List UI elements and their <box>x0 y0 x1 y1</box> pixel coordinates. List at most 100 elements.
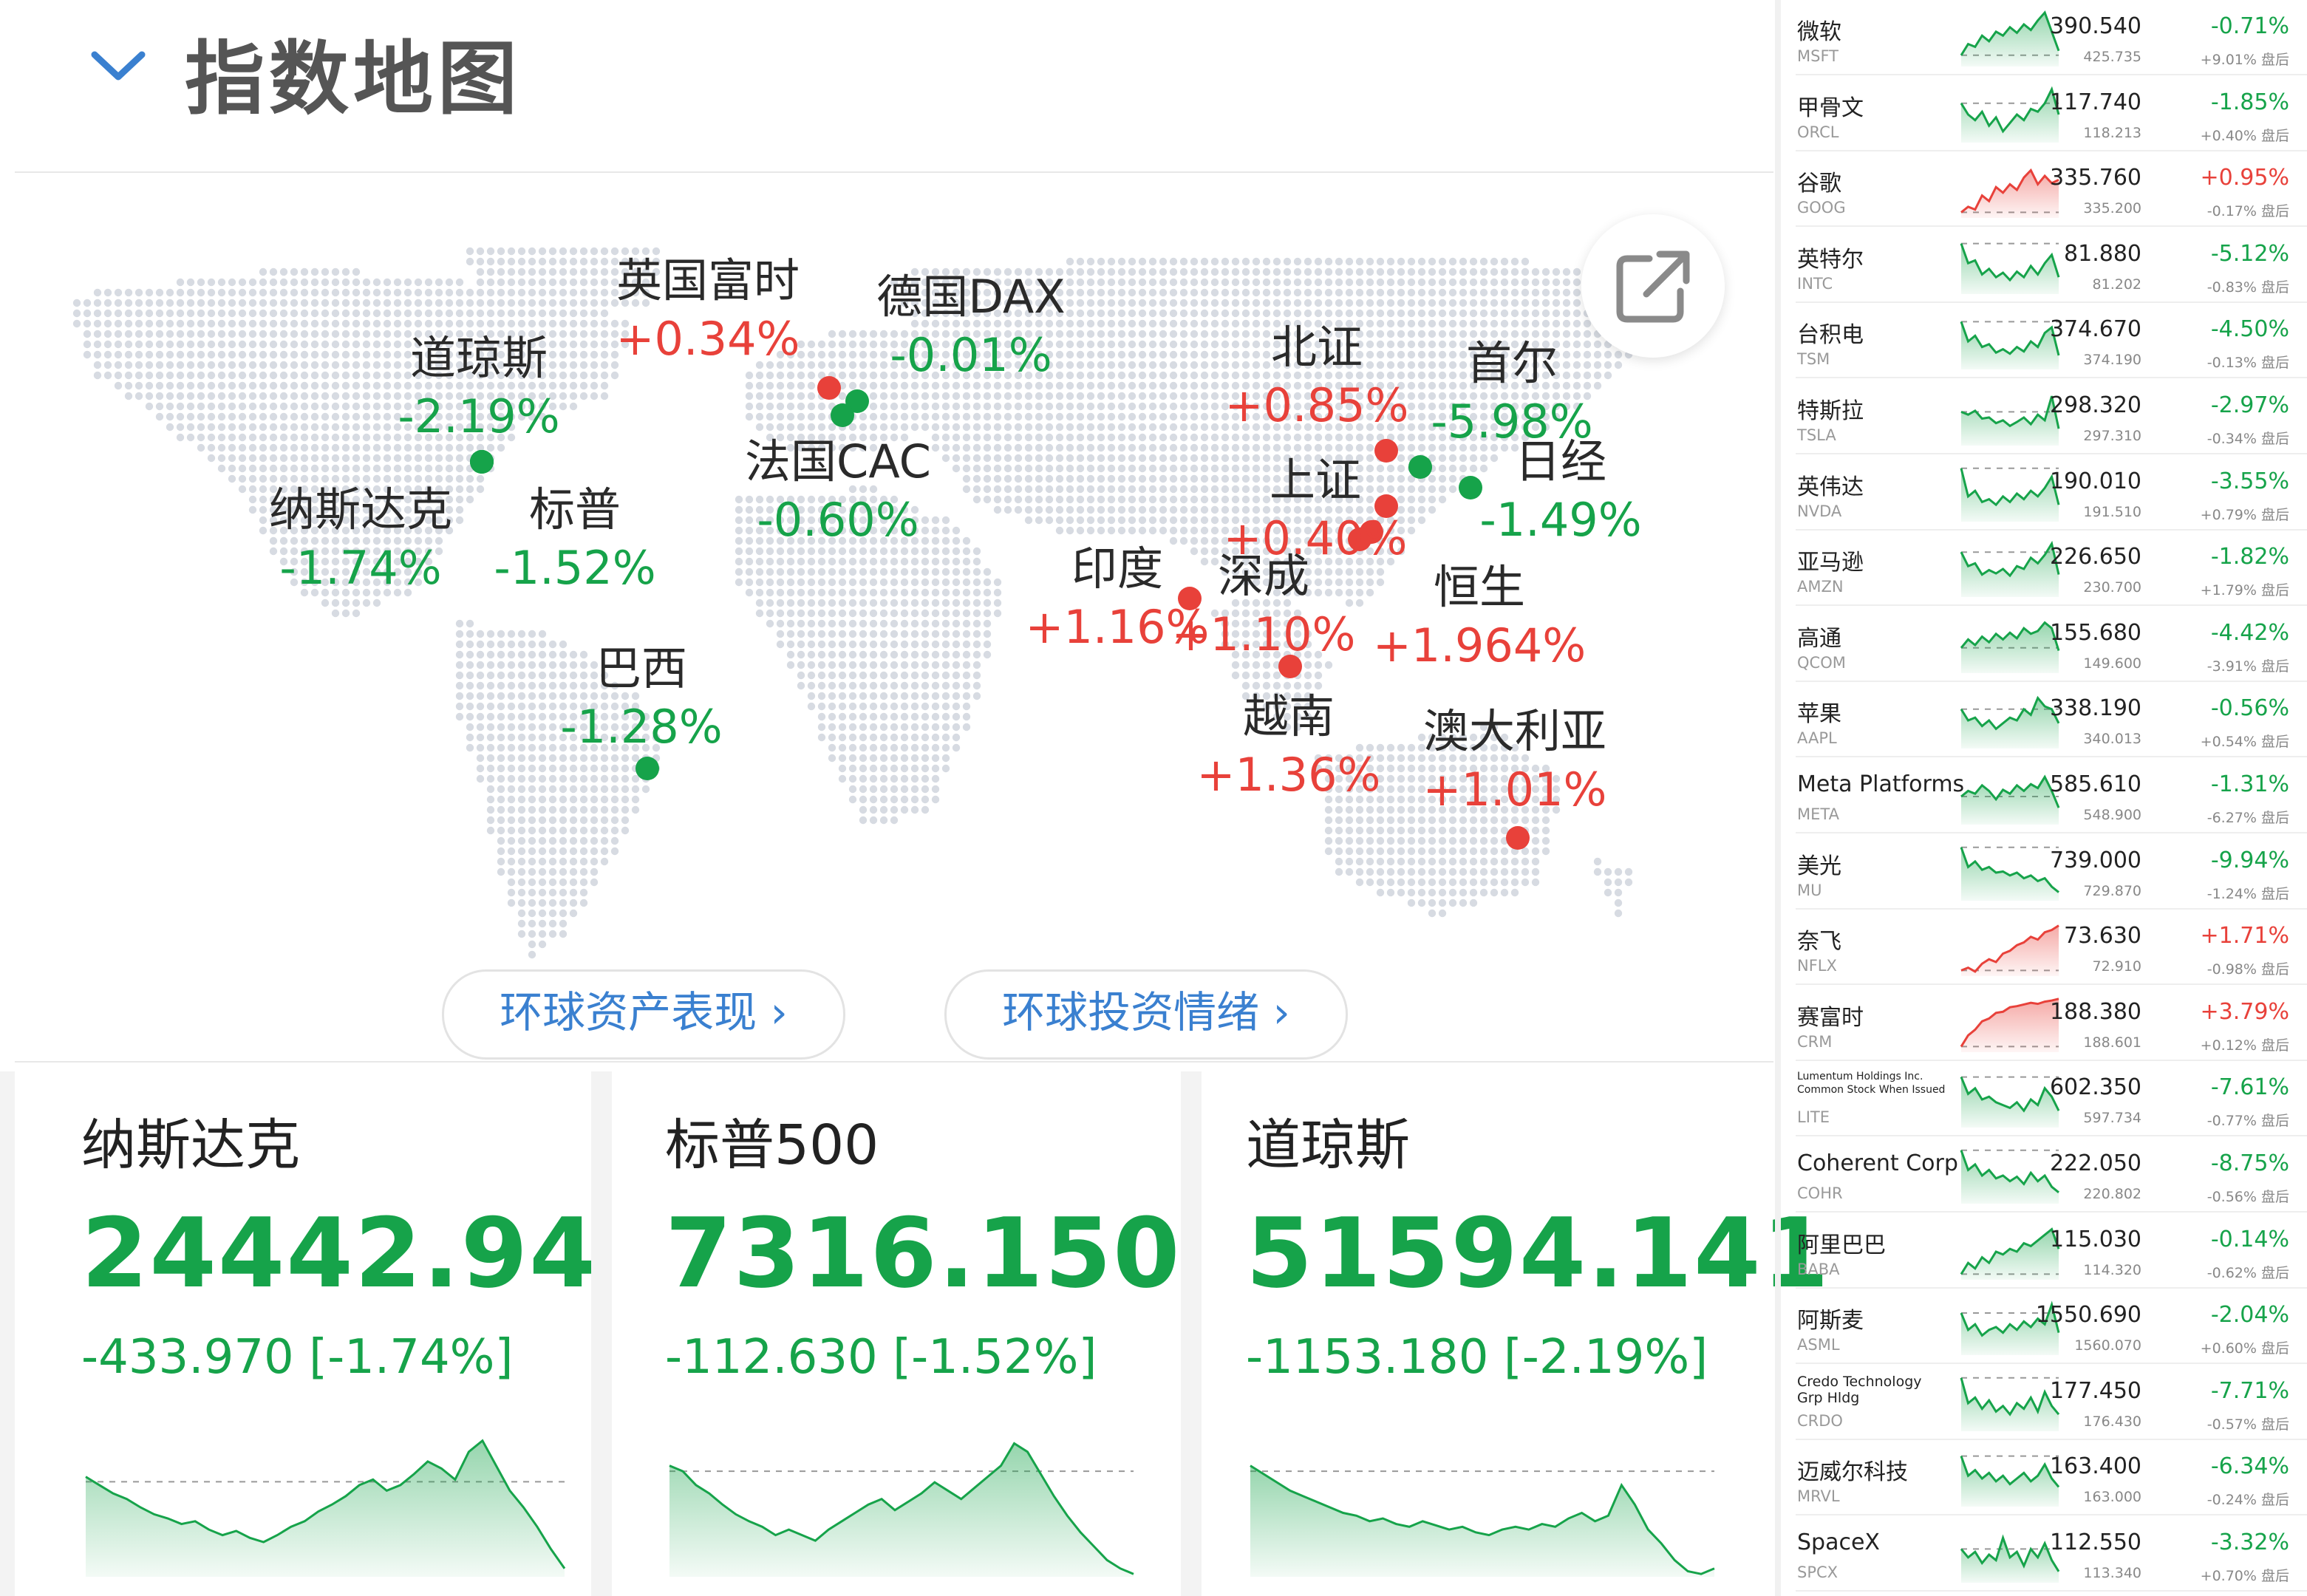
index-price: 7316.150 <box>665 1197 1182 1309</box>
stock-change: -7.71% <box>2210 1377 2289 1404</box>
map-marker[interactable]: 道琼斯 -2.19% <box>398 329 559 446</box>
stock-price: 298.320 <box>2049 392 2141 418</box>
stock-row[interactable]: 迈威尔科技 MRVL 163.400 -6.34% 163.000 -0.24% 盘后 <box>1781 1440 2307 1516</box>
stock-row[interactable]: 英特尔 INTC 81.880 -5.12% 81.202 -0.83% 盘后 <box>1781 228 2307 303</box>
stock-change: -5.12% <box>2210 240 2289 267</box>
stock-row[interactable]: 英伟达 NVDA 190.010 -3.55% 191.510 +0.79% 盘后 <box>1781 455 2307 531</box>
after-hours-change: -6.27% 盘后 <box>2207 810 2289 826</box>
stock-row[interactable]: 奈飞 NFLX 73.630 +1.71% 72.910 -0.98% 盘后 <box>1781 910 2307 986</box>
stock-row[interactable]: 赛富时 CRM 188.380 +3.79% 188.601 +0.12% 盘后 <box>1781 986 2307 1061</box>
stock-change: -2.97% <box>2210 392 2289 418</box>
stock-ticker: CRM <box>1797 1032 1833 1051</box>
stock-name: 亚马逊 <box>1797 550 1864 576</box>
map-marker-dot[interactable] <box>1408 455 1432 479</box>
stock-name: 奈飞 <box>1797 929 1841 955</box>
stock-sparkline <box>1960 541 2060 598</box>
after-hours-change: +1.79% 盘后 <box>2200 582 2289 599</box>
stock-row[interactable]: 特斯拉 TSLA 298.320 -2.97% 297.310 -0.34% 盘后 <box>1781 379 2307 454</box>
index-change: -1153.180 [-2.19%] <box>1246 1330 1708 1385</box>
after-hours-change: +0.54% 盘后 <box>2200 734 2289 751</box>
stock-row[interactable]: 苹果 AAPL 338.190 -0.56% 340.013 +0.54% 盘后 <box>1781 682 2307 758</box>
stock-ticker: CRDO <box>1797 1411 1843 1430</box>
stock-row[interactable]: 甲骨文 ORCL 117.740 -1.85% 118.213 +0.40% 盘后 <box>1781 76 2307 151</box>
stock-price: 177.450 <box>2049 1377 2141 1404</box>
stock-change: -0.14% <box>2210 1226 2289 1252</box>
stock-row[interactable]: 谷歌 GOOG 335.760 +0.95% 335.200 -0.17% 盘后 <box>1781 151 2307 228</box>
map-marker-change: -0.01% <box>890 328 1052 382</box>
stock-price: 73.630 <box>2064 923 2141 949</box>
index-card-sp500[interactable]: 标普500 7316.150 -112.630 [-1.52%] <box>612 1071 1181 1589</box>
map-marker[interactable]: 巴西 -1.28% <box>560 639 722 756</box>
stock-change: -1.82% <box>2210 544 2289 570</box>
share-button[interactable] <box>1581 214 1725 358</box>
pane-divider <box>1775 0 1781 1596</box>
map-marker[interactable]: 德国DAX -0.01% <box>876 267 1066 384</box>
global-assets-link[interactable]: 环球资产表现 › <box>442 969 845 1060</box>
stock-ticker: META <box>1797 805 1839 823</box>
card-gutter <box>0 1071 15 1596</box>
stock-name: Meta Platforms <box>1797 771 1965 797</box>
map-marker[interactable]: 澳大利亚 +1.01% <box>1423 702 1607 819</box>
chevron-down-icon[interactable] <box>89 37 148 96</box>
index-card-nasdaq[interactable]: 纳斯达克 24442.942 -433.970 [-1.74%] <box>15 1071 664 1589</box>
map-marker-dot[interactable] <box>470 450 494 474</box>
map-marker-change: +0.85% <box>1224 378 1409 432</box>
stock-name: 甲骨文 <box>1797 95 1864 121</box>
map-marker-name: 恒生 <box>1433 560 1526 614</box>
stock-row[interactable]: Coherent Corp COHR 222.050 -8.75% 220.802 -0.… <box>1781 1137 2307 1213</box>
stock-row[interactable]: 美光 MU 739.000 -9.94% 729.870 -1.24% 盘后 <box>1781 834 2307 910</box>
map-marker-dot[interactable] <box>817 376 841 400</box>
stock-row[interactable]: 微软 MSFT 390.540 -0.71% 425.735 +9.01% 盘后 <box>1781 0 2307 75</box>
map-marker[interactable]: 北证 +0.85% <box>1225 318 1409 434</box>
after-hours-price: 374.190 <box>2083 352 2141 369</box>
stock-row[interactable]: 台积电 TSM 374.670 -4.50% 374.190 -0.13% 盘后 <box>1781 303 2307 379</box>
map-marker-name: 北证 <box>1270 320 1363 374</box>
after-hours-price: 176.430 <box>2083 1413 2141 1430</box>
stock-sparkline <box>1960 998 2059 1052</box>
stock-name: Coherent Corp <box>1797 1150 1958 1176</box>
stock-ticker: NVDA <box>1797 502 1842 520</box>
map-marker-dot[interactable] <box>1459 476 1482 499</box>
stock-row[interactable]: 阿里巴巴 BABA 115.030 -0.14% 114.320 -0.62% 盘后 <box>1781 1213 2307 1289</box>
after-hours-price: 548.900 <box>2083 807 2141 823</box>
stock-row[interactable]: Lumentum Holdings Inc. Common Stock When… <box>1781 1061 2307 1137</box>
index-card-dow[interactable]: 道琼斯 51594.141 -1153.180 [-2.19%] <box>1202 1071 1829 1589</box>
stock-name: 高通 <box>1797 625 1841 652</box>
map-marker-dot[interactable] <box>831 403 854 427</box>
stock-row[interactable]: 高通 QCOM 155.680 -4.42% 149.600 -3.91% 盘后 <box>1781 607 2307 682</box>
stock-sparkline <box>1960 621 2060 673</box>
map-marker[interactable]: 英国富时 +0.34% <box>616 251 800 368</box>
stock-price: 112.550 <box>2049 1530 2141 1555</box>
after-hours-price: 163.000 <box>2083 1489 2141 1506</box>
stock-ticker: INTC <box>1797 274 1833 293</box>
stock-row[interactable]: 亚马逊 AMZN 226.650 -1.82% 230.700 +1.79% 盘后 <box>1781 531 2307 607</box>
stock-price: 338.190 <box>2049 695 2141 722</box>
map-marker[interactable]: 越南 +1.36% <box>1197 687 1381 804</box>
stock-row[interactable]: 阿斯麦 ASML 1550.690 -2.04% 1560.070 +0.60% 盘后 <box>1781 1289 2307 1365</box>
map-marker[interactable]: 恒生 +1.964% <box>1373 558 1586 675</box>
stock-ticker: SPCX <box>1797 1563 1839 1581</box>
map-marker-dot[interactable] <box>1506 826 1530 850</box>
stock-change: -7.61% <box>2210 1074 2289 1101</box>
stock-ticker: COHR <box>1797 1184 1843 1202</box>
stock-change: -1.85% <box>2210 89 2289 115</box>
map-marker-change: -1.52% <box>494 541 656 595</box>
stock-change: +1.71% <box>2200 923 2289 949</box>
stock-row[interactable]: Meta Platforms META 585.610 -1.31% 548.900 -6… <box>1781 758 2307 833</box>
map-marker[interactable]: 日经 -1.49% <box>1479 432 1641 549</box>
after-hours-change: -0.34% 盘后 <box>2207 431 2289 447</box>
stock-change: -4.42% <box>2210 619 2289 646</box>
map-marker-dot[interactable] <box>635 757 659 780</box>
divider <box>15 171 1773 173</box>
index-price: 51594.141 <box>1246 1197 1831 1309</box>
after-hours-change: +0.12% 盘后 <box>2200 1037 2289 1054</box>
map-marker[interactable]: 深成 +1.10% <box>1172 547 1356 664</box>
stock-row[interactable]: SpaceX SPCX 112.550 -3.32% 113.340 +0.70% 盘后 <box>1781 1516 2307 1592</box>
global-sentiment-link[interactable]: 环球投资情绪 › <box>944 969 1348 1060</box>
header: 指数地图 <box>0 0 1773 170</box>
map-marker[interactable]: 法国CAC -0.60% <box>745 432 931 549</box>
map-marker[interactable]: 标普 -1.52% <box>494 480 655 597</box>
stock-sparkline <box>1960 242 2060 294</box>
map-marker[interactable]: 纳斯达克 -1.74% <box>269 480 452 597</box>
stock-row[interactable]: Credo Technology Grp Hldg CRDO 177.450 -7.7… <box>1781 1365 2307 1440</box>
